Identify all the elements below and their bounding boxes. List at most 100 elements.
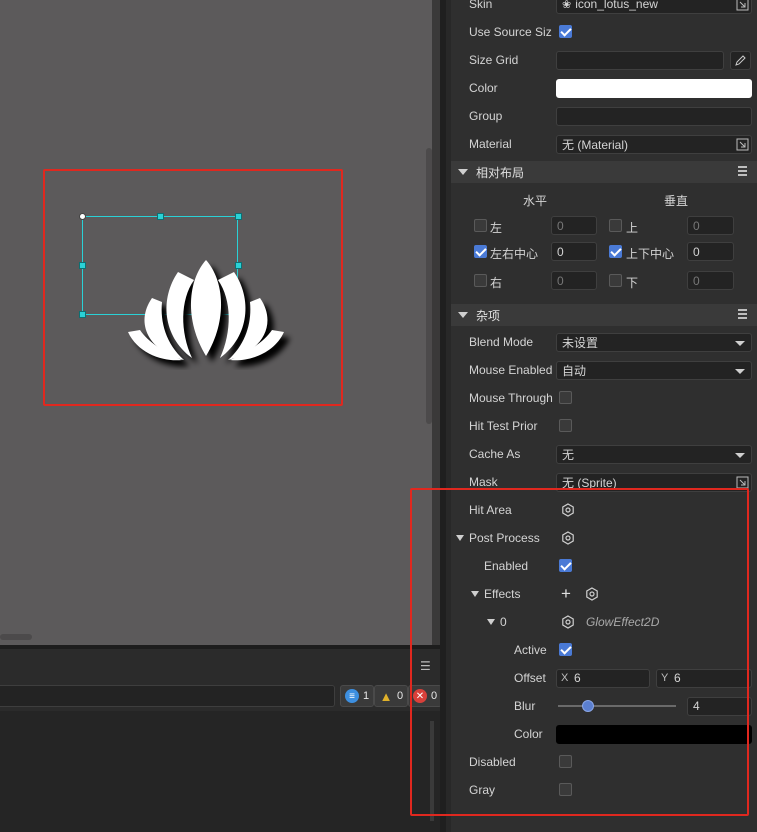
info-count: 1 [363,690,370,702]
size-grid-label: Size Grid [469,53,519,67]
warning-filter-badge[interactable]: ▲ 0 [374,685,409,707]
mouse-through-label: Mouse Through [469,391,553,405]
size-grid-edit-button[interactable] [730,50,751,70]
resize-handle-top-right[interactable] [235,213,242,220]
center-v-checkbox[interactable] [609,245,622,258]
section-relative-layout[interactable]: 相对布局 [451,161,757,183]
size-grid-field[interactable] [556,50,724,70]
collapse-icon [458,169,468,175]
blend-mode-label: Blend Mode [469,335,534,349]
right-value: 0 [557,273,564,288]
right-checkbox[interactable] [474,274,487,287]
info-filter-badge[interactable]: ≡ 1 [340,685,375,707]
section-menu-icon[interactable] [738,166,747,176]
bottom-input[interactable]: 0 [687,271,734,290]
warning-count: 0 [397,690,404,702]
top-value: 0 [693,218,700,233]
chevron-down-icon [735,340,745,346]
misc-title: 杂项 [476,308,501,323]
center-v-input[interactable]: 0 [687,242,734,261]
mouse-enabled-select[interactable]: 自动 [556,360,752,380]
skin-label: Skin [469,0,493,11]
select-asset-icon[interactable] [736,0,749,11]
group-label: Group [469,109,503,123]
bottom-value: 0 [693,273,700,288]
skin-field[interactable]: ❀ icon_lotus_new [556,0,752,14]
color-label: Color [469,81,498,95]
material-value: 无 (Material) [562,137,629,152]
skin-value: icon_lotus_new [575,0,658,11]
top-label: 上 [626,221,639,235]
row-hit-test-prior: Hit Test Prior [451,412,757,440]
use-source-size-label: Use Source Siz [469,25,552,39]
left-label: 左 [490,221,503,235]
pen-icon [735,54,746,66]
center-h-input[interactable]: 0 [551,242,597,261]
lotus-icon: ❀ [562,0,572,11]
left-value: 0 [557,218,564,233]
row-cache-as: Cache As 无 [451,440,757,468]
select-asset-icon[interactable] [736,138,749,151]
resize-handle-left[interactable] [79,262,86,269]
left-checkbox[interactable] [474,219,487,232]
lotus-sprite[interactable] [118,240,308,370]
top-checkbox[interactable] [609,219,622,232]
group-field[interactable] [556,106,752,126]
collapse-icon [458,312,468,318]
warning-icon: ▲ [379,688,393,704]
color-swatch[interactable] [556,78,752,98]
bottom-checkbox[interactable] [609,274,622,287]
row-mouse-through: Mouse Through [451,384,757,412]
console-panel: ☰ ≡ 1 ▲ 0 ✕ 0 [0,645,443,832]
section-menu-icon[interactable] [738,309,747,319]
select-asset-icon[interactable] [736,476,749,489]
console-log-area[interactable] [0,711,440,832]
scene-horizontal-scrollbar[interactable] [0,634,32,640]
row-skin: Skin ❀ icon_lotus_new [451,0,757,18]
resize-handle-top[interactable] [157,213,164,220]
left-input[interactable]: 0 [551,216,597,235]
row-use-source-size: Use Source Siz [451,18,757,46]
material-field[interactable]: 无 (Material) [556,134,752,154]
blend-mode-select[interactable]: 未设置 [556,332,752,352]
mouse-enabled-label: Mouse Enabled [469,363,553,377]
center-h-checkbox[interactable] [474,245,487,258]
top-input[interactable]: 0 [687,216,734,235]
mouse-through-checkbox[interactable] [559,391,572,404]
hit-test-prior-checkbox[interactable] [559,419,572,432]
vertical-heading: 垂直 [664,194,689,208]
material-label: Material [469,137,512,151]
horizontal-heading: 水平 [523,194,548,208]
row-size-grid: Size Grid [451,46,757,74]
blend-mode-value: 未设置 [562,335,599,350]
center-v-label: 上下中心 [626,247,675,261]
row-group: Group [451,102,757,130]
resize-handle-bottom-left[interactable] [79,311,86,318]
mask-label: Mask [469,475,498,489]
mouse-enabled-value: 自动 [562,363,587,378]
relative-layout-title: 相对布局 [476,165,525,180]
right-input[interactable]: 0 [551,271,597,290]
row-color: Color [451,74,757,102]
hit-test-prior-label: Hit Test Prior [469,419,538,433]
row-material: Material 无 (Material) [451,130,757,158]
chevron-down-icon [735,368,745,374]
pivot-handle[interactable] [79,213,86,220]
center-v-value: 0 [693,244,700,259]
scene-view[interactable] [0,0,440,645]
cache-as-value: 无 [562,447,575,462]
info-filter-icon: ≡ [345,689,359,703]
row-blend-mode: Blend Mode 未设置 [451,328,757,356]
chevron-down-icon [735,452,745,458]
center-h-label: 左右中心 [490,247,539,261]
bottom-label: 下 [626,276,639,290]
use-source-size-checkbox[interactable] [559,25,572,38]
section-misc[interactable]: 杂项 [451,304,757,326]
cache-as-select[interactable]: 无 [556,444,752,464]
right-label: 右 [490,276,503,290]
row-mouse-enabled: Mouse Enabled 自动 [451,356,757,384]
console-filter-input[interactable] [0,685,335,707]
cache-as-label: Cache As [469,447,521,461]
center-h-value: 0 [557,244,564,259]
highlight-box-inspector [410,488,749,816]
